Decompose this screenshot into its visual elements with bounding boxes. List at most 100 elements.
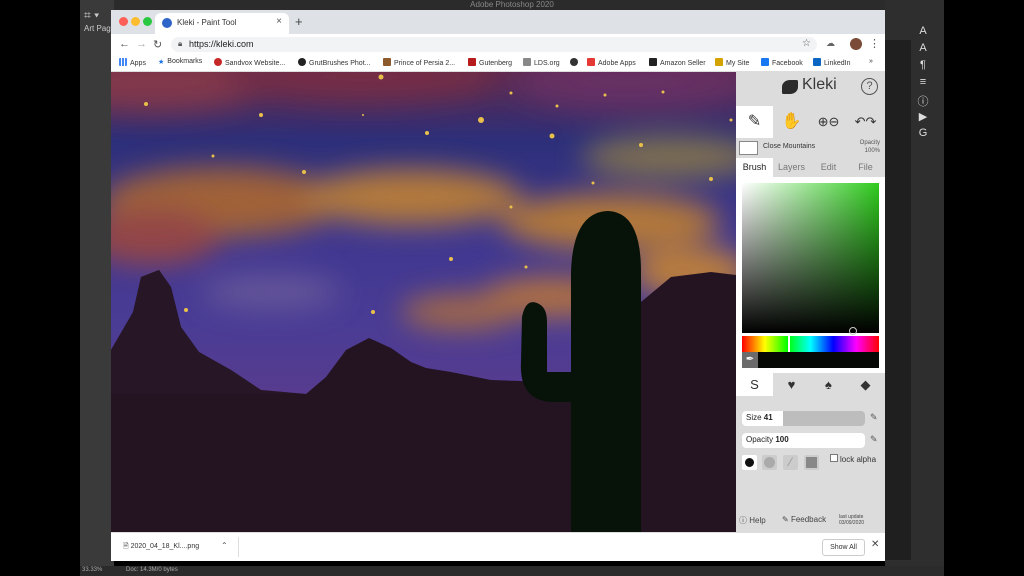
bookmark-apps[interactable]: Apps bbox=[119, 58, 146, 67]
kleki-favicon-icon bbox=[162, 18, 172, 28]
bookmark-sandvox[interactable]: Sandvox Website... bbox=[214, 58, 285, 67]
character-icon[interactable]: A bbox=[915, 42, 931, 59]
tab-kleki[interactable]: Kleki - Paint Tool × bbox=[155, 13, 289, 34]
drawing-canvas[interactable] bbox=[111, 72, 736, 532]
hue-slider[interactable] bbox=[742, 336, 879, 352]
reload-icon[interactable]: ↻ bbox=[153, 38, 162, 51]
photoshop-title: Adobe Photoshop 2020 bbox=[470, 0, 554, 9]
bookmark-label: Facebook bbox=[772, 60, 803, 67]
forward-icon[interactable]: → bbox=[136, 38, 147, 50]
browser-toolbar: ← → ↻ 🔒︎ https://kleki.com ☆ ☁ ⋮ bbox=[111, 34, 885, 56]
minimize-window-button[interactable] bbox=[131, 17, 140, 26]
bookmark-label: Gutenberg bbox=[479, 60, 513, 67]
blend-brush-icon[interactable]: ♥ bbox=[773, 373, 810, 396]
layer-name: Close Mountains bbox=[763, 143, 816, 150]
round-brush-shape[interactable] bbox=[742, 455, 757, 470]
my-site-icon bbox=[715, 58, 723, 66]
apps-grid-icon bbox=[119, 58, 127, 66]
lock-alpha-checkbox[interactable]: lock alpha bbox=[830, 454, 876, 464]
tab-layers[interactable]: Layers bbox=[773, 158, 810, 177]
bookmark-gutenberg[interactable]: Gutenberg bbox=[468, 58, 512, 67]
zoom-in-out-icon[interactable]: ⊕⊖ bbox=[810, 106, 847, 138]
bookmarks-overflow-icon[interactable]: » bbox=[869, 58, 873, 65]
color-cursor[interactable] bbox=[849, 327, 857, 335]
linkedin-icon bbox=[813, 58, 821, 66]
help-circle-icon: ⓘ bbox=[739, 516, 747, 525]
bookmark-label: Bookmarks bbox=[167, 58, 203, 65]
hand-tool-icon[interactable]: ✋ bbox=[773, 106, 810, 138]
layer-opacity-label: Opacity bbox=[859, 140, 880, 146]
profile-avatar[interactable] bbox=[850, 38, 862, 50]
maximize-window-button[interactable] bbox=[143, 17, 152, 26]
last-update-date: 03/09/2020 bbox=[839, 520, 865, 526]
photoshop-left-background bbox=[0, 0, 80, 576]
tab-close-icon[interactable]: × bbox=[276, 16, 282, 27]
help-link[interactable]: ⓘ Help bbox=[739, 515, 766, 526]
bookmark-prince-of-persia[interactable]: Prince of Persia 2... bbox=[383, 58, 455, 67]
download-file-name: 2020_04_18_Kl....png bbox=[130, 543, 200, 550]
bookmark-adobe-apps[interactable]: Adobe Apps bbox=[587, 58, 636, 67]
help-label: Help bbox=[749, 516, 766, 525]
bookmark-globe[interactable] bbox=[570, 58, 581, 67]
browser-menu-icon[interactable]: ⋮ bbox=[869, 37, 880, 50]
last-update: last update 03/09/2020 bbox=[839, 514, 864, 526]
help-icon[interactable]: ? bbox=[861, 78, 878, 95]
adjustments-icon[interactable]: ≡ bbox=[915, 76, 931, 93]
soft-brush-shape[interactable] bbox=[762, 455, 777, 470]
bookmark-label: Prince of Persia 2... bbox=[394, 60, 456, 67]
bookmark-grutbrushes[interactable]: GrutBrushes Phot... bbox=[298, 58, 370, 67]
bookmark-lds[interactable]: LDS.org bbox=[523, 58, 560, 67]
bookmark-linkedin[interactable]: LinkedIn bbox=[813, 58, 850, 67]
eraser-icon[interactable]: ◆ bbox=[847, 373, 884, 396]
close-window-button[interactable] bbox=[119, 17, 128, 26]
photoshop-right-panel: A A ¶ ≡ ⓘ ▶ G bbox=[885, 0, 944, 576]
back-icon[interactable]: ← bbox=[119, 38, 130, 50]
opacity-slider[interactable]: Opacity 100 bbox=[742, 433, 865, 448]
bookmark-facebook[interactable]: Facebook bbox=[761, 58, 803, 67]
saturation-value-picker[interactable] bbox=[742, 183, 879, 335]
play-icon[interactable]: ▶ bbox=[915, 110, 931, 127]
active-layer-row[interactable]: Close Mountains Opacity 100% bbox=[736, 138, 885, 157]
doc-info: Doc: 14.3M/0 bytes bbox=[126, 567, 178, 573]
tab-brush[interactable]: Brush bbox=[736, 158, 773, 177]
undo-redo-icon[interactable]: ↶↷ bbox=[847, 106, 884, 138]
opacity-pressure-icon[interactable]: ✎ bbox=[870, 434, 878, 445]
feedback-link[interactable]: ✎ Feedback bbox=[782, 515, 826, 524]
bookmark-bookmarks[interactable]: ★ Bookmarks bbox=[158, 58, 202, 66]
bookmark-my-site[interactable]: My Site bbox=[715, 58, 749, 67]
url-text[interactable]: https://kleki.com bbox=[189, 39, 254, 49]
brush-tool-icon[interactable]: ✎ bbox=[736, 106, 773, 138]
layer-opacity-value: 100% bbox=[864, 148, 880, 154]
eyedropper-icon[interactable]: ✒ bbox=[742, 352, 758, 368]
amazon-icon bbox=[649, 58, 657, 66]
address-bar[interactable]: 🔒︎ https://kleki.com ☆ bbox=[171, 37, 817, 52]
new-tab-icon[interactable]: + bbox=[295, 14, 303, 29]
checkbox-box[interactable] bbox=[830, 454, 838, 462]
soft-shape-icon bbox=[764, 457, 775, 468]
info-icon[interactable]: ⓘ bbox=[915, 93, 931, 110]
bookmark-amazon-seller[interactable]: Amazon Seller bbox=[649, 58, 706, 67]
stroke-brush-shape[interactable]: ⁄ bbox=[783, 455, 798, 470]
close-download-bar-icon[interactable]: ✕ bbox=[871, 539, 879, 550]
chevron-up-icon[interactable]: ⌃ bbox=[221, 541, 228, 550]
tab-file[interactable]: File bbox=[847, 158, 884, 177]
hue-marker[interactable] bbox=[788, 336, 790, 352]
show-all-button[interactable]: Show All bbox=[822, 539, 865, 556]
paragraph-icon[interactable]: ¶ bbox=[915, 59, 931, 76]
size-slider[interactable]: Size 41 bbox=[742, 411, 865, 426]
bookmark-star-icon[interactable]: ☆ bbox=[802, 38, 811, 49]
bookmark-label: Adobe Apps bbox=[598, 60, 636, 67]
adobe-icon bbox=[587, 58, 595, 66]
kleki-logo-icon bbox=[782, 80, 798, 94]
download-item[interactable]: 🗎︎ 2020_04_18_Kl....png bbox=[123, 542, 199, 553]
square-brush-shape[interactable] bbox=[804, 455, 819, 470]
tab-edit[interactable]: Edit bbox=[810, 158, 847, 177]
size-pressure-icon[interactable]: ✎ bbox=[870, 412, 878, 423]
lock-alpha-label: lock alpha bbox=[840, 455, 877, 464]
crop-icon[interactable]: ⌗ ▾ bbox=[84, 8, 99, 23]
pen-brush-icon[interactable]: S bbox=[736, 373, 773, 396]
history-icon[interactable]: G bbox=[915, 127, 931, 144]
extension-icon[interactable]: ☁ bbox=[826, 38, 835, 49]
glyph-icon[interactable]: A bbox=[915, 25, 931, 42]
sketch-brush-icon[interactable]: ♠ bbox=[810, 373, 847, 396]
